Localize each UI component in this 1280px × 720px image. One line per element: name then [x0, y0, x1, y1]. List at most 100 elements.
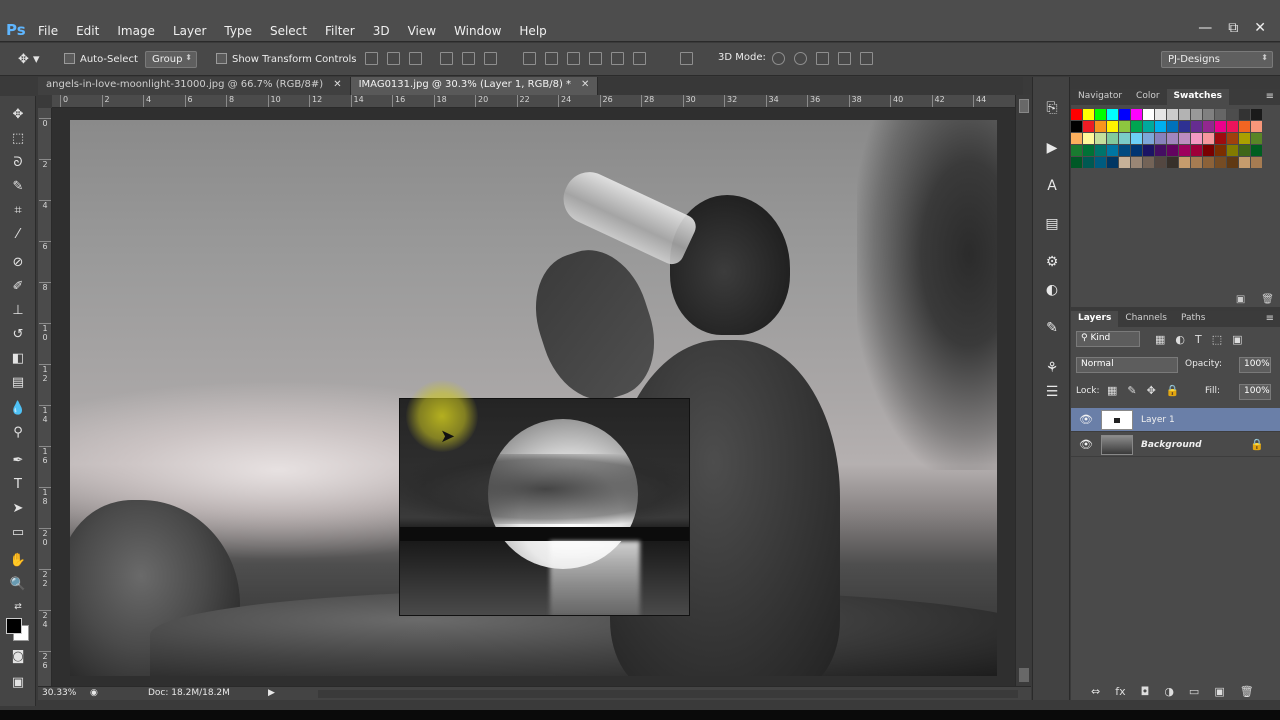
color-swatch[interactable] — [1119, 109, 1130, 120]
eyedropper-tool-icon[interactable]: ⁄ — [9, 226, 27, 244]
color-swatch[interactable] — [1107, 157, 1118, 168]
filter-shape-icon[interactable]: ⬚ — [1212, 333, 1222, 346]
healing-brush-tool-icon[interactable]: ⊘ — [9, 254, 27, 272]
close-tab-icon[interactable]: ✕ — [333, 79, 341, 93]
layer-name[interactable]: Background — [1141, 440, 1202, 450]
color-swatch[interactable] — [1071, 145, 1082, 156]
color-swatch[interactable] — [1155, 121, 1166, 132]
color-swatch[interactable] — [1251, 157, 1262, 168]
color-swatch[interactable] — [1155, 133, 1166, 144]
new-layer-icon[interactable]: ▣ — [1214, 685, 1224, 698]
panel-menu-icon[interactable]: ≡ — [1266, 91, 1274, 102]
quick-select-tool-icon[interactable]: ✎ — [9, 178, 27, 196]
panel-menu-icon[interactable]: ≡ — [1266, 313, 1274, 324]
history-panel-icon[interactable]: ⎘ — [1043, 99, 1061, 117]
color-swatch[interactable] — [1119, 145, 1130, 156]
minimize-button[interactable]: — — [1198, 20, 1212, 36]
align-left-icon[interactable] — [440, 52, 453, 65]
menu-file[interactable]: File — [38, 24, 58, 38]
color-swatch[interactable] — [1215, 121, 1226, 132]
path-select-tool-icon[interactable]: ➤ — [9, 500, 27, 518]
color-swatch[interactable] — [1227, 145, 1238, 156]
filter-smart-icon[interactable]: ▣ — [1232, 333, 1242, 346]
color-swatch[interactable] — [1227, 133, 1238, 144]
color-swatch[interactable] — [1251, 145, 1262, 156]
paragraph-panel-icon[interactable]: ▤ — [1043, 215, 1061, 233]
color-swatch[interactable] — [1239, 157, 1250, 168]
vertical-scrollbar[interactable] — [1015, 95, 1031, 686]
color-swatch[interactable] — [1119, 157, 1130, 168]
clone-stamp-tool-icon[interactable]: ⊥ — [9, 302, 27, 320]
add-mask-icon[interactable]: ◘ — [1141, 685, 1150, 698]
color-swatch[interactable] — [1083, 133, 1094, 144]
color-swatch[interactable] — [1143, 157, 1154, 168]
3d-drag-icon[interactable] — [816, 52, 829, 65]
color-swatch[interactable] — [1095, 133, 1106, 144]
color-swatch[interactable] — [1155, 157, 1166, 168]
menu-3d[interactable]: 3D — [373, 24, 390, 38]
color-swatch[interactable] — [1083, 145, 1094, 156]
actions-panel-icon[interactable]: ▶ — [1043, 139, 1061, 157]
menu-view[interactable]: View — [408, 24, 436, 38]
color-swatch[interactable] — [1179, 157, 1190, 168]
color-swatch[interactable] — [1107, 145, 1118, 156]
color-swatch[interactable] — [1119, 121, 1130, 132]
auto-select-dropdown[interactable]: Group ⬍ — [145, 51, 197, 68]
align-hcenter-icon[interactable] — [462, 52, 475, 65]
align-bottom-icon[interactable] — [409, 52, 422, 65]
eraser-tool-icon[interactable]: ◧ — [9, 350, 27, 368]
color-swatch[interactable] — [1107, 133, 1118, 144]
distribute-vcenter-icon[interactable] — [545, 52, 558, 65]
gradient-tool-icon[interactable]: ▤ — [9, 374, 27, 392]
auto-align-icon[interactable] — [680, 52, 693, 65]
color-swatch[interactable] — [1107, 121, 1118, 132]
filter-pixel-icon[interactable]: ▦ — [1155, 333, 1165, 346]
adjustments-panel-icon[interactable]: ◐ — [1043, 281, 1061, 299]
color-swatch[interactable] — [1227, 157, 1238, 168]
zoom-tool-icon[interactable]: 🔍 — [9, 576, 27, 594]
visibility-eye-icon[interactable]: 👁 — [1071, 413, 1101, 426]
color-swatch[interactable] — [1143, 145, 1154, 156]
layer-row-background[interactable]: 👁 Background 🔒 — [1071, 433, 1280, 457]
3d-roll-icon[interactable] — [794, 52, 807, 65]
lock-position-icon[interactable]: ✥ — [1147, 384, 1156, 397]
layer-style-icon[interactable]: fx — [1115, 685, 1125, 698]
canvas-workspace[interactable]: ➤ — [52, 108, 1015, 686]
close-tab-icon[interactable]: ✕ — [581, 79, 589, 93]
tab-layers[interactable]: Layers — [1071, 311, 1119, 327]
close-button[interactable]: ✕ — [1254, 20, 1266, 36]
horizontal-scrollbar[interactable] — [318, 690, 1018, 698]
link-layers-icon[interactable]: ⇔ — [1091, 685, 1100, 698]
layer-name[interactable]: Layer 1 — [1141, 415, 1175, 425]
3d-rotate-icon[interactable] — [772, 52, 785, 65]
color-swatch[interactable] — [1215, 133, 1226, 144]
color-swatch[interactable] — [1215, 109, 1226, 120]
move-tool-preset-icon[interactable]: ✥ ▾ — [18, 52, 40, 67]
color-swatch[interactable] — [1203, 157, 1214, 168]
scroll-up[interactable] — [1019, 99, 1029, 113]
color-swatch[interactable] — [1167, 121, 1178, 132]
layer-filter-dropdown[interactable]: ⚲ Kind — [1076, 331, 1140, 347]
blur-tool-icon[interactable]: 💧 — [9, 400, 27, 418]
color-swatch[interactable] — [1227, 121, 1238, 132]
adjustment-layer-icon[interactable]: ◑ — [1164, 685, 1174, 698]
align-right-icon[interactable] — [484, 52, 497, 65]
tab-angels-in-love[interactable]: angels-in-love-moonlight-31000.jpg @ 66.… — [38, 77, 351, 95]
quick-mask-icon[interactable]: ◙ — [9, 648, 27, 666]
fill-field[interactable]: 100% — [1239, 384, 1271, 400]
color-swatch[interactable] — [1131, 121, 1142, 132]
color-swatch[interactable] — [1191, 133, 1202, 144]
color-swatch[interactable] — [1167, 145, 1178, 156]
filter-type-icon[interactable]: T — [1195, 333, 1202, 346]
tab-navigator[interactable]: Navigator — [1071, 89, 1129, 105]
tab-channels[interactable]: Channels — [1118, 311, 1174, 327]
color-swatch[interactable] — [1251, 133, 1262, 144]
brush-tool-icon[interactable]: ✐ — [9, 278, 27, 296]
color-swatch[interactable] — [1227, 109, 1238, 120]
color-swatch[interactable] — [1179, 121, 1190, 132]
color-swatch[interactable] — [1203, 145, 1214, 156]
3d-slide-icon[interactable] — [838, 52, 851, 65]
color-swatch[interactable] — [1095, 109, 1106, 120]
tool-presets-icon[interactable]: ⚙ — [1043, 253, 1061, 271]
color-swatch[interactable] — [1167, 133, 1178, 144]
